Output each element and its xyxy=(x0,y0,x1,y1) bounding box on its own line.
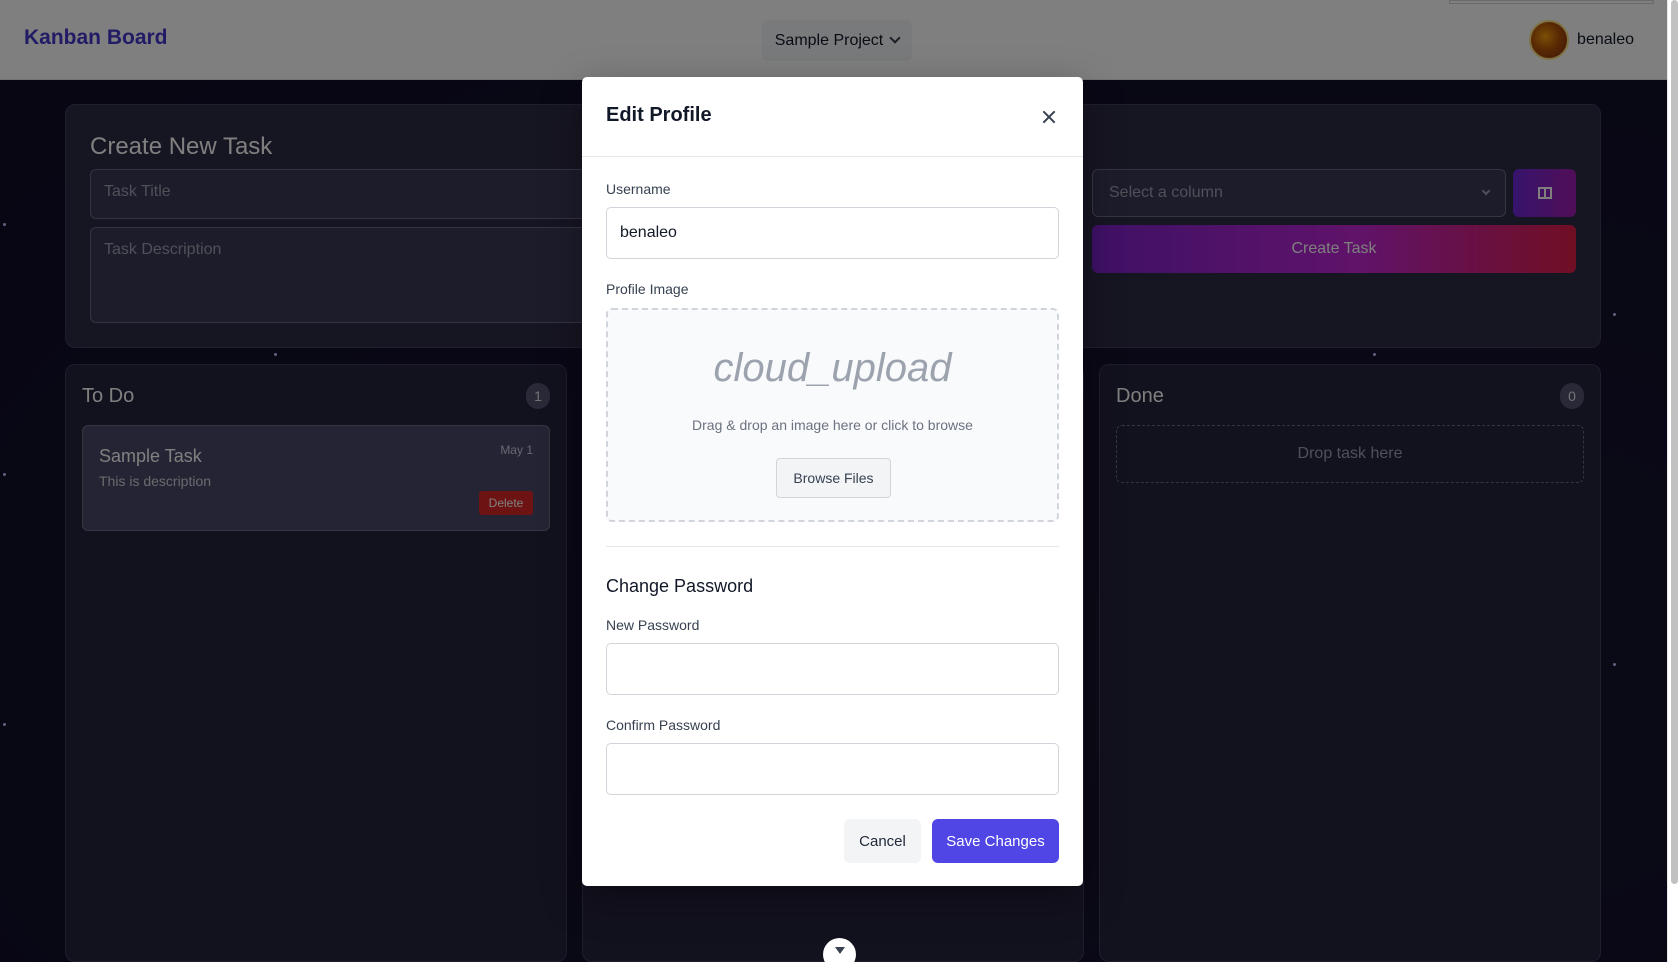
new-password-label: New Password xyxy=(606,617,700,633)
save-changes-button[interactable]: Save Changes xyxy=(932,819,1059,863)
section-divider xyxy=(606,546,1059,547)
change-password-title: Change Password xyxy=(606,576,754,596)
scrollbar-thumb[interactable] xyxy=(1671,0,1678,884)
upload-hint: Drag & drop an image here or click to br… xyxy=(692,417,973,433)
profile-image-label: Profile Image xyxy=(606,281,689,297)
close-icon xyxy=(1042,110,1056,124)
close-button[interactable] xyxy=(1035,103,1063,131)
profile-image-upload[interactable]: cloud_upload Drag & drop an image here o… xyxy=(606,308,1059,522)
modal-title: Edit Profile xyxy=(606,104,712,126)
modal-header: Edit Profile xyxy=(582,77,1083,157)
browse-files-button[interactable]: Browse Files xyxy=(776,458,891,498)
confirm-password-input[interactable] xyxy=(606,743,1059,795)
new-password-input[interactable] xyxy=(606,643,1059,695)
edit-profile-modal: Edit Profile Username Profile Image clou… xyxy=(582,77,1083,886)
confirm-password-label: Confirm Password xyxy=(606,717,721,733)
username-input[interactable] xyxy=(606,207,1059,259)
scroll-down-button[interactable] xyxy=(823,938,856,971)
chevron-down-icon xyxy=(834,947,845,954)
username-label: Username xyxy=(606,181,671,197)
cloud-upload-icon: cloud_upload xyxy=(713,346,952,390)
cancel-button[interactable]: Cancel xyxy=(844,819,921,863)
page-scrollbar[interactable] xyxy=(1667,0,1680,962)
